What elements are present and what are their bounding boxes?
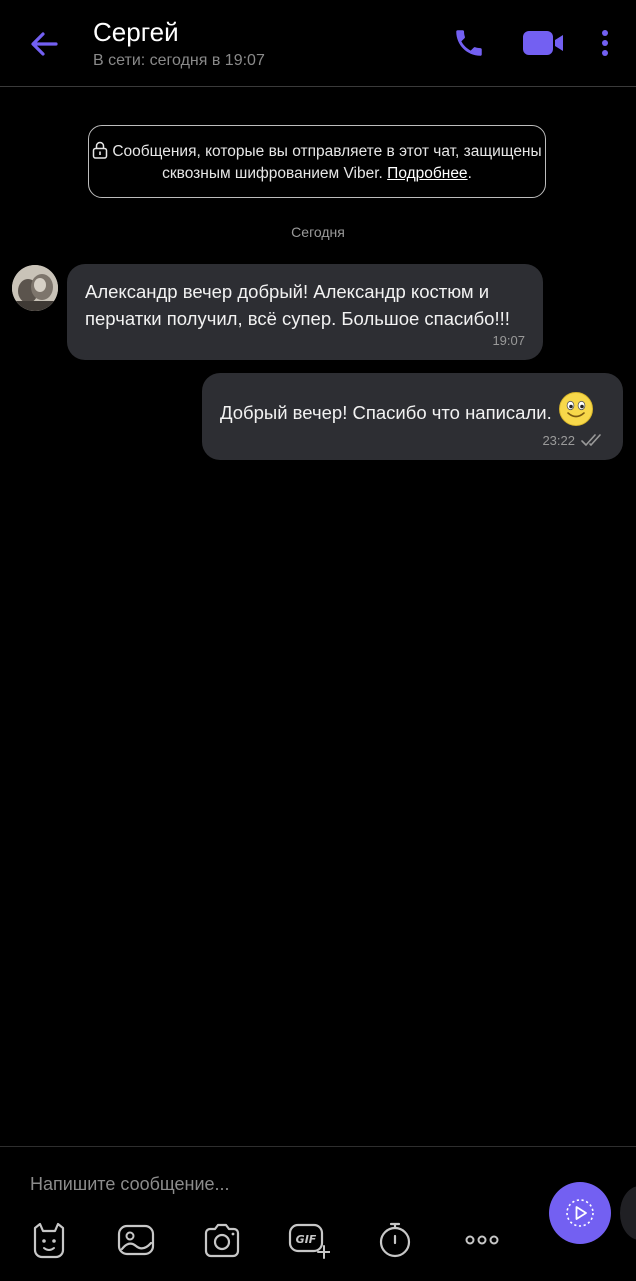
play-circle-icon [566, 1199, 594, 1227]
video-call-icon[interactable] [520, 26, 566, 60]
sticker-icon[interactable] [28, 1220, 70, 1260]
back-arrow-icon[interactable] [26, 26, 62, 62]
more-options-icon[interactable] [592, 26, 618, 60]
message-text: Добрый вечер! Спасибо что написали. [220, 391, 605, 427]
encryption-notice-text: Сообщения, которые вы отправляете в этот… [112, 143, 542, 182]
date-separator: Сегодня [291, 224, 345, 240]
lock-icon [93, 141, 108, 159]
message-time: 19:07 [492, 333, 525, 348]
avatar-photo [12, 265, 58, 311]
camera-icon[interactable] [201, 1220, 243, 1260]
contact-name[interactable]: Сергей [93, 17, 179, 48]
composer-bar [0, 1146, 636, 1281]
message-text: Александр вечер добрый! Александр костюм… [85, 281, 510, 329]
avatar[interactable] [12, 265, 58, 311]
svg-text:GIF: GIF [296, 1233, 317, 1246]
incoming-message[interactable]: Александр вечер добрый! Александр костюм… [67, 264, 543, 360]
gallery-icon[interactable] [115, 1220, 157, 1260]
smiley-emoji-icon [558, 392, 593, 426]
phone-icon[interactable] [452, 26, 486, 60]
message-text-content: Добрый вечер! Спасибо что написали. [220, 402, 552, 423]
timer-icon[interactable] [374, 1220, 416, 1260]
encryption-notice: Сообщения, которые вы отправляете в этот… [88, 125, 546, 198]
message-input[interactable] [30, 1170, 510, 1198]
chat-header: Сергей В сети: сегодня в 19:07 [0, 0, 636, 87]
gif-icon[interactable]: GIF [288, 1220, 330, 1260]
learn-more-link[interactable]: Подробнее [387, 165, 467, 182]
more-icon[interactable] [461, 1220, 503, 1260]
message-time: 23:22 [542, 433, 575, 448]
outgoing-message[interactable]: Добрый вечер! Спасибо что написали. 23:2… [202, 373, 623, 460]
read-receipt-icon [581, 434, 601, 446]
contact-status: В сети: сегодня в 19:07 [93, 52, 265, 69]
encryption-notice-end: . [467, 165, 472, 182]
send-voice-button[interactable] [549, 1182, 611, 1244]
